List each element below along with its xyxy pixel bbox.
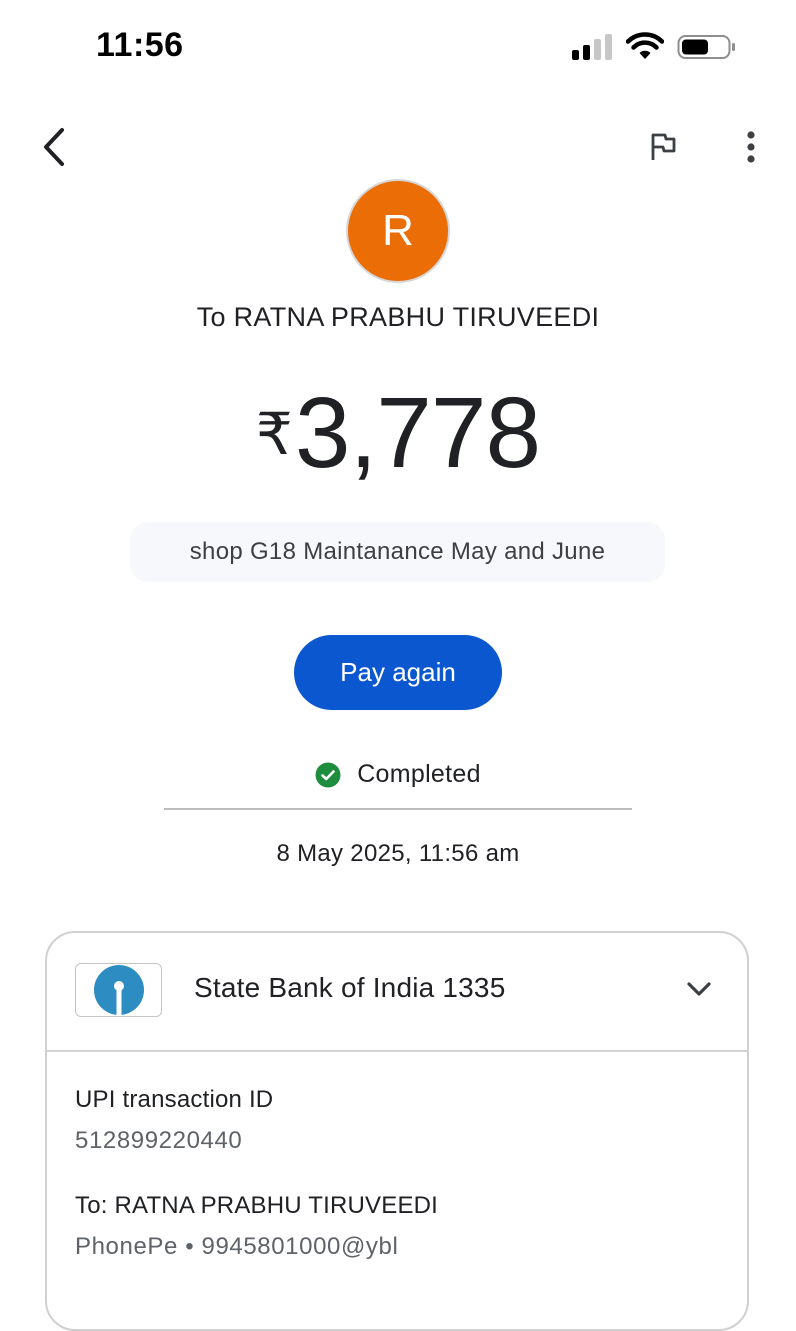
battery-icon <box>677 35 735 59</box>
amount: ₹ 3,778 <box>0 378 796 488</box>
status-label: Completed <box>357 760 481 788</box>
transaction-status: Completed <box>0 760 796 789</box>
cellular-signal-icon <box>572 34 612 60</box>
recipient-label: To: RATNA PRABHU TIRUVEEDI <box>75 1192 439 1219</box>
amount-value: 3,778 <box>294 377 541 489</box>
payment-note: shop G18 Maintanance May and June <box>130 522 665 582</box>
more-vert-icon <box>747 131 755 163</box>
check-circle-icon <box>315 762 341 787</box>
status-bar-time: 11:56 <box>96 26 184 64</box>
payee-avatar: R <box>346 179 450 283</box>
sbi-logo-icon <box>93 965 144 1016</box>
status-divider <box>164 808 632 810</box>
more-options-button[interactable] <box>730 124 772 170</box>
back-button[interactable] <box>30 122 78 172</box>
currency-symbol: ₹ <box>255 402 293 467</box>
report-button[interactable] <box>640 124 686 170</box>
card-divider <box>47 1050 749 1052</box>
recipient-upi-handle: PhonePe • 9945801000@ybl <box>75 1233 399 1260</box>
wifi-icon <box>626 32 664 59</box>
pay-again-button[interactable]: Pay again <box>294 635 502 710</box>
bank-account-name: State Bank of India 1335 <box>194 972 506 1003</box>
bank-logo <box>75 963 162 1017</box>
flag-icon <box>651 133 676 160</box>
chevron-down-icon[interactable] <box>682 972 716 1006</box>
payee-title: To RATNA PRABHU TIRUVEEDI <box>196 302 600 332</box>
back-arrow-icon <box>44 128 64 166</box>
transaction-datetime: 8 May 2025, 11:56 am <box>276 840 520 867</box>
upi-transaction-id-value: 512899220440 <box>75 1127 243 1154</box>
upi-transaction-id-label: UPI transaction ID <box>75 1086 274 1113</box>
